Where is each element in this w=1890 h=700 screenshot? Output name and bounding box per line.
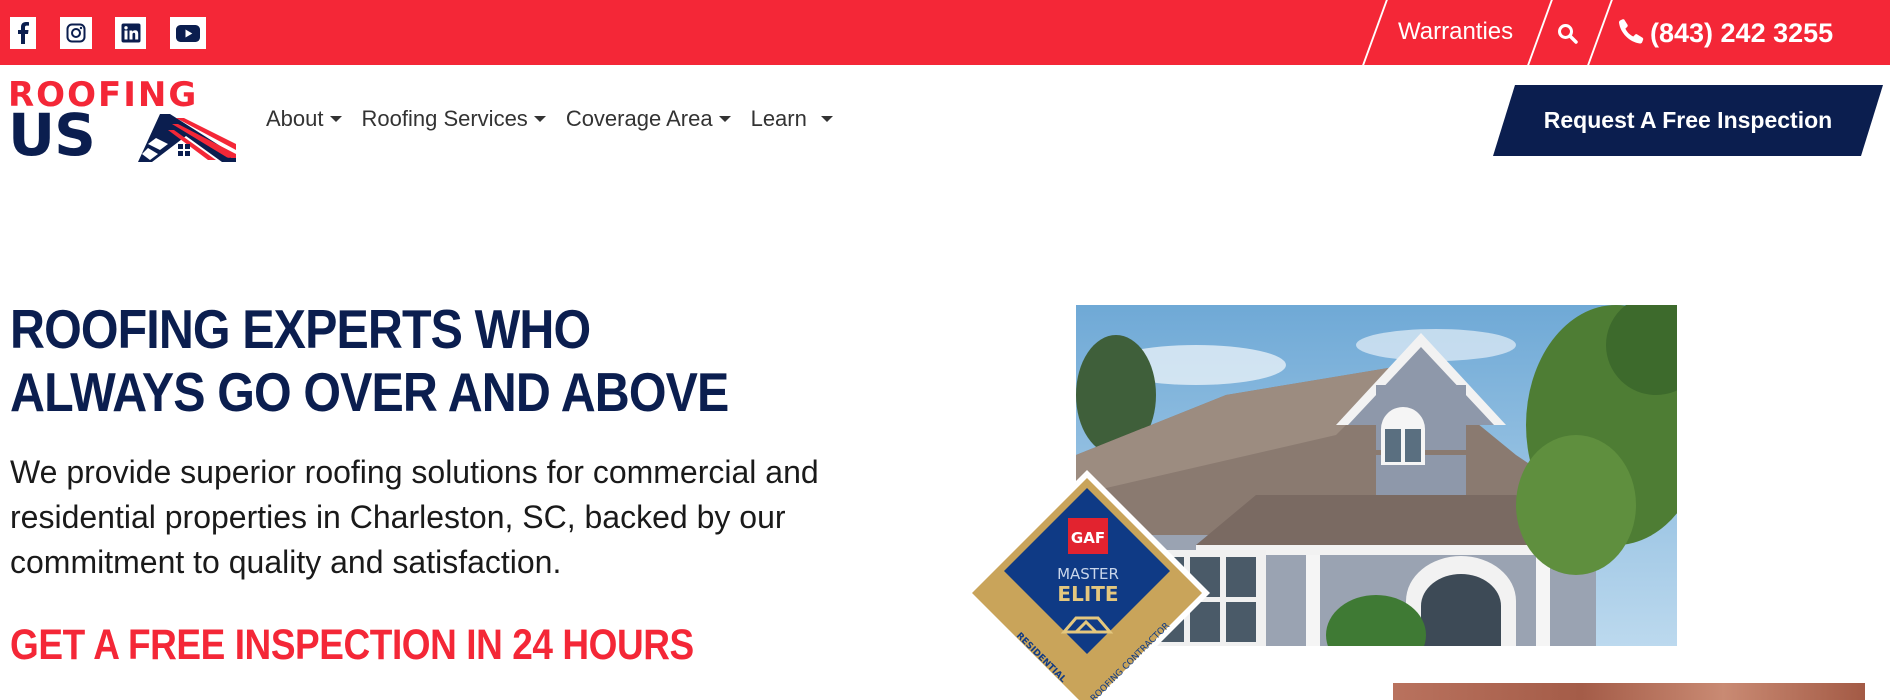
phone-link[interactable]: (843) 242 3255 (1618, 17, 1833, 49)
badge-brand: GAF (1071, 529, 1105, 547)
nav-item-coverage-area[interactable]: Coverage Area (566, 106, 731, 132)
chevron-down-icon (329, 116, 342, 122)
hero-title-line: ROOFING EXPERTS WHO (10, 298, 591, 360)
hero-description-line: commitment to quality and satisfaction. (10, 544, 562, 580)
badge-line-2: ELITE (1057, 582, 1118, 606)
facebook-icon[interactable] (10, 17, 36, 49)
nav-item-label: About (266, 106, 324, 131)
chevron-down-icon (820, 116, 833, 122)
roofing-usa-logo[interactable]: ROOFING US ™ (8, 78, 240, 169)
warranties-link[interactable]: Warranties (1398, 17, 1513, 47)
button-label: Request A Free Inspection (1543, 107, 1833, 133)
top-bar: Warranties (843) 242 3255 (0, 0, 1890, 65)
hero-description-line: We provide superior roofing solutions fo… (10, 454, 819, 490)
phone-icon (1618, 18, 1644, 49)
badge-line-1: MASTER (1057, 565, 1119, 583)
chevron-down-icon (718, 116, 731, 122)
secondary-photo (1393, 683, 1865, 700)
divider (1362, 0, 1388, 65)
hero-title: ROOFING EXPERTS WHO ALWAYS GO OVER AND A… (10, 298, 729, 424)
hero-description: We provide superior roofing solutions fo… (10, 450, 900, 585)
nav-item-label: Coverage Area (565, 106, 713, 131)
divider (1527, 0, 1553, 65)
youtube-icon[interactable] (170, 17, 206, 49)
linkedin-icon[interactable] (115, 17, 146, 49)
svg-text:™: ™ (226, 157, 232, 162)
nav-item-about[interactable]: About (266, 106, 342, 132)
hero-description-line: residential properties in Charleston, SC… (10, 499, 786, 535)
nav-item-roofing-services[interactable]: Roofing Services (362, 106, 546, 132)
search-icon[interactable] (1556, 22, 1582, 48)
hero-title-line: ALWAYS GO OVER AND ABOVE (10, 361, 729, 423)
nav-item-learn[interactable]: Learn (751, 106, 833, 132)
instagram-icon[interactable] (60, 17, 92, 49)
chevron-down-icon (533, 116, 546, 122)
free-inspection-heading: GET A FREE INSPECTION IN 24 HOURS (10, 621, 694, 669)
main-nav: About Roofing Services Coverage Area Lea… (266, 106, 833, 132)
gaf-master-elite-badge: GAF MASTER ELITE RESIDENTIAL ROOFING CON… (960, 466, 1214, 700)
phone-number: (843) 242 3255 (1650, 17, 1834, 48)
logo-flag-roof-icon: ™ (138, 114, 236, 162)
request-inspection-button[interactable]: Request A Free Inspection (1493, 85, 1883, 156)
nav-item-label: Learn (750, 106, 807, 131)
nav-item-label: Roofing Services (361, 106, 528, 131)
logo-text-bottom: US (8, 101, 96, 169)
divider (1587, 0, 1613, 65)
